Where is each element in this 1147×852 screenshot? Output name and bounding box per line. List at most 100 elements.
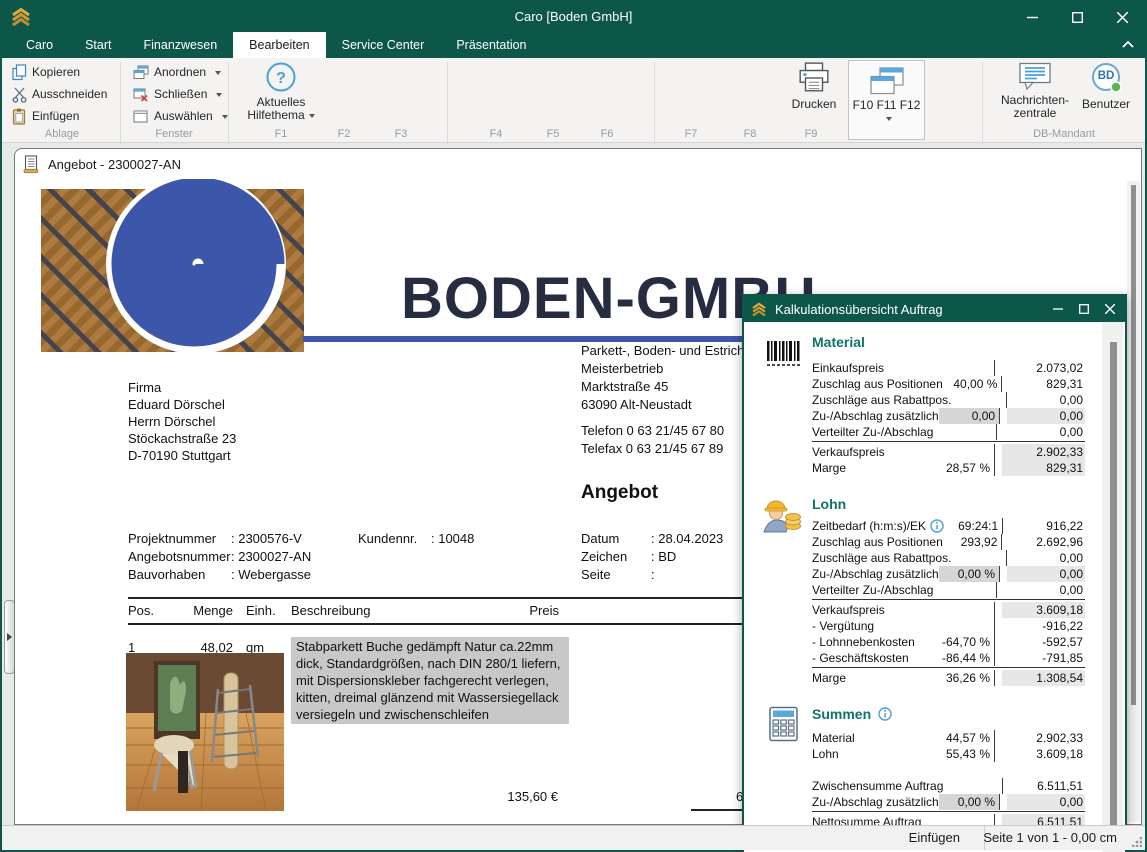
adjustment-percent-input[interactable]: 0,00 xyxy=(938,408,1000,424)
scissors-icon xyxy=(12,87,27,103)
f10-f11-f12-button[interactable]: F10 F11 F12 xyxy=(848,60,925,140)
resize-grip[interactable] xyxy=(1132,837,1142,847)
col-header-preis: Preis xyxy=(529,603,559,618)
ribbon: Kopieren Ausschneiden Einfügen Ablage An… xyxy=(2,58,1145,178)
minimize-button[interactable] xyxy=(1010,2,1055,32)
calc-label: Zu-/Abschlag zusätzlich xyxy=(812,795,939,809)
tab-praesentation[interactable]: Präsentation xyxy=(440,32,542,58)
dropdown-caret xyxy=(308,114,315,121)
calc-value: 3.609,18 xyxy=(1002,602,1085,618)
section-separator xyxy=(812,598,1085,602)
calc-percent: 36,26 % xyxy=(945,671,990,685)
dialog-titlebar: Kalkulationsübersicht Auftrag xyxy=(744,296,1125,322)
calc-percent: 28,57 % xyxy=(945,461,990,475)
calc-percent: 55,43 % xyxy=(945,747,990,761)
user-initials: BD xyxy=(1097,70,1115,82)
row-description-selected[interactable]: Stabparkett Buche gedämpft Natur ca.22mm… xyxy=(291,637,569,724)
close-window-button[interactable]: Schließen xyxy=(133,85,223,103)
calc-value: 2.073,02 xyxy=(1036,361,1083,375)
dialog-scrollbar-thumb[interactable] xyxy=(1110,342,1117,832)
close-button[interactable] xyxy=(1100,2,1145,32)
windows-icon xyxy=(869,67,904,95)
document-icon xyxy=(23,154,39,173)
section-heading-material: Material xyxy=(812,334,865,350)
current-help-topic-button[interactable]: ? Aktuelles Hilfethema xyxy=(238,61,324,122)
document-scrollbar[interactable] xyxy=(1127,181,1140,822)
tab-start[interactable]: Start xyxy=(69,32,127,58)
close-window-icon xyxy=(133,88,148,102)
group-label-f5: F5 xyxy=(546,128,560,140)
print-button[interactable]: Drucken xyxy=(785,61,843,111)
calc-percent xyxy=(930,602,994,618)
adjustment-percent-input[interactable]: 0,00 % xyxy=(938,566,1000,582)
info-icon[interactable] xyxy=(878,707,892,721)
calc-value-cell: 6.511,51 xyxy=(1001,778,1085,794)
document-type-heading: Angebot xyxy=(581,482,659,503)
tab-service-center[interactable]: Service Center xyxy=(326,32,441,58)
calc-percent xyxy=(930,618,994,634)
calc-percent xyxy=(930,444,994,460)
calc-value-cell: 2.692,96 xyxy=(1001,534,1085,550)
calc-row: - Lohnnebenkosten -64,70 % -592,57 xyxy=(812,634,1085,650)
message-center-button[interactable]: Nachrichten- zentrale xyxy=(1000,61,1070,120)
dialog-scrollbar[interactable] xyxy=(1102,322,1123,852)
collapse-ribbon-icon[interactable] xyxy=(1121,38,1135,50)
paste-button[interactable]: Einfügen xyxy=(12,107,79,125)
calculator-icon xyxy=(769,706,798,742)
product-photo xyxy=(126,653,284,811)
col-header-pos: Pos. xyxy=(128,603,155,618)
document-scrollbar-thumb[interactable] xyxy=(1131,185,1136,705)
calc-value-cell: 0,00 xyxy=(995,582,1085,598)
calc-label: Zuschlag aus Positionen xyxy=(812,377,943,391)
section-heading-summen: Summen xyxy=(812,706,892,722)
status-insert-mode: Einfügen xyxy=(908,830,960,845)
calc-label: Marge xyxy=(812,461,847,475)
dialog-close-button[interactable] xyxy=(1097,296,1123,322)
calc-value-cell: 2.902,33 xyxy=(994,730,1085,746)
calc-value-cell: -592,57 xyxy=(994,634,1085,650)
calc-value: 0,00 xyxy=(1059,393,1083,407)
calc-value-cell: 1.308,54 xyxy=(994,670,1085,686)
calc-value: 2.902,33 xyxy=(1036,731,1083,745)
print-icon xyxy=(799,62,829,92)
calc-value-cell: 916,22 xyxy=(1002,518,1085,534)
calc-label: Zuschläge aus Rabattpos. xyxy=(812,551,952,565)
section-separator xyxy=(812,666,1085,670)
recipient-address: Firma Eduard Dörschel Herrn Dörschel Stö… xyxy=(128,380,237,463)
calc-percent: 293,92 xyxy=(960,535,998,549)
help-icon: ? xyxy=(266,62,296,92)
lohn-rows: Zeitbedarf (h:m:s)/EK 69:24:1 916,22 Zuschl… xyxy=(812,518,1085,686)
calc-label: Verkaufspreis xyxy=(812,603,885,617)
calc-row: Einkaufspreis 2.073,02 xyxy=(812,360,1085,376)
calc-value-cell: 3.609,18 xyxy=(994,746,1085,762)
cut-button[interactable]: Ausschneiden xyxy=(12,85,107,103)
calc-value: 6.511,51 xyxy=(1037,779,1083,793)
calc-label: - Geschäftskosten xyxy=(812,651,909,665)
calc-value: 0,00 xyxy=(1059,583,1083,597)
calc-value: 0,00 xyxy=(1007,566,1085,582)
calc-value-cell: 2.902,33 xyxy=(994,444,1085,460)
calc-value: 0,00 xyxy=(1007,408,1085,424)
dialog-maximize-button[interactable] xyxy=(1071,296,1097,322)
copy-button[interactable]: Kopieren xyxy=(12,63,80,81)
calc-value: 0,00 xyxy=(1059,425,1083,439)
select-window-button[interactable]: Auswählen xyxy=(133,107,228,125)
group-label-fenster: Fenster xyxy=(155,128,193,140)
arrange-windows-button[interactable]: Anordnen xyxy=(133,63,222,81)
paste-icon xyxy=(12,108,26,125)
tab-caro[interactable]: Caro xyxy=(10,32,69,58)
calc-value-cell: 2.073,02 xyxy=(994,360,1085,376)
group-label-f3: F3 xyxy=(394,128,408,140)
adjustment-percent-input[interactable]: 0,00 % xyxy=(938,794,1000,810)
tab-bearbeiten[interactable]: Bearbeiten xyxy=(233,32,326,58)
section-heading-lohn: Lohn xyxy=(812,496,847,512)
dialog-minimize-button[interactable] xyxy=(1045,296,1071,322)
calc-label: Verteilter Zu-/Abschlag xyxy=(812,583,934,597)
maximize-button[interactable] xyxy=(1055,2,1100,32)
calc-label: Zuschläge aus Rabattpos. xyxy=(812,393,952,407)
info-icon[interactable] xyxy=(930,519,944,533)
row-unit-price: 135,60 € xyxy=(507,789,558,804)
tab-finanzwesen[interactable]: Finanzwesen xyxy=(128,32,234,58)
user-button[interactable]: BD Benutzer xyxy=(1076,61,1136,111)
calc-percent xyxy=(951,550,1006,566)
